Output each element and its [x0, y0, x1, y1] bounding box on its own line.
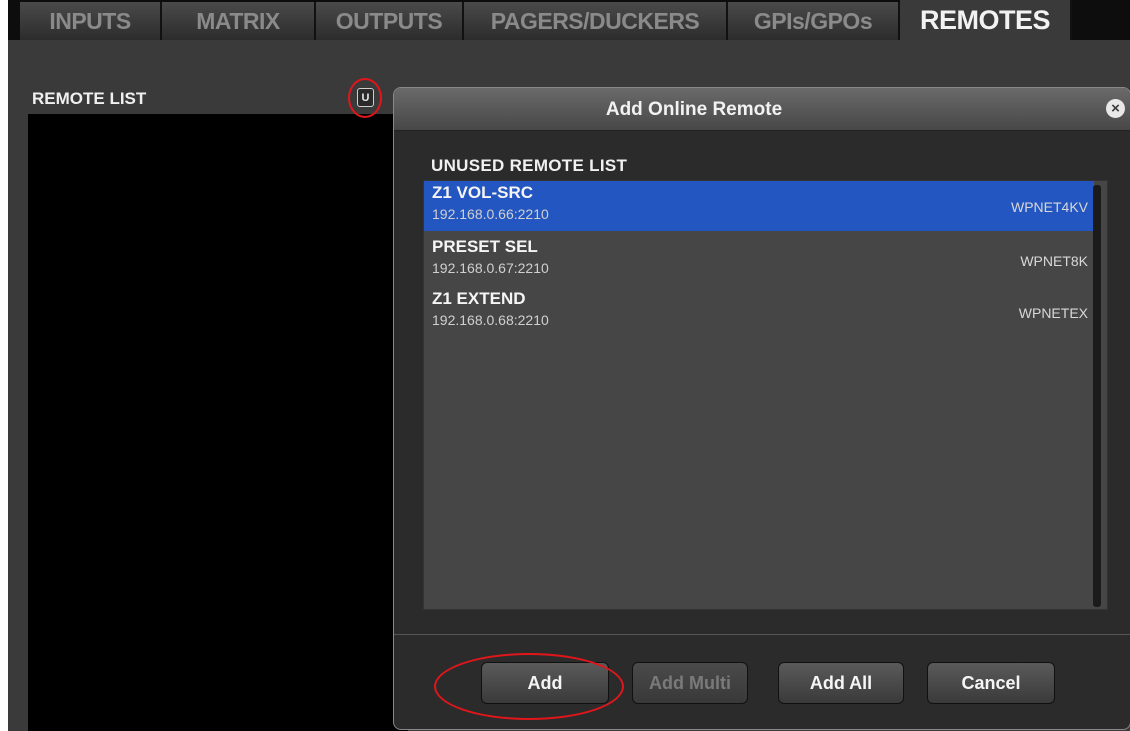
remote-name: Z1 EXTEND	[432, 289, 526, 308]
dialog-header: Add Online Remote ×	[394, 88, 1130, 131]
tab-inputs[interactable]: INPUTS	[20, 2, 162, 40]
tab-gpis-gpos[interactable]: GPIs/GPOs	[728, 2, 900, 40]
remote-address: 192.168.0.68:2210	[432, 312, 549, 328]
tab-matrix[interactable]: MATRIX	[162, 2, 316, 40]
remote-name: Z1 VOL-SRC	[432, 183, 534, 202]
list-item[interactable]: PRESET SEL 192.168.0.67:2210 WPNET8K	[424, 235, 1094, 285]
annotation-circle-u	[348, 78, 382, 118]
list-item[interactable]: Z1 VOL-SRC 192.168.0.66:2210 WPNET4KV	[424, 181, 1094, 231]
tab-pagers-duckers[interactable]: PAGERS/DUCKERS	[464, 2, 728, 40]
remote-address: 192.168.0.66:2210	[432, 206, 549, 222]
close-icon[interactable]: ×	[1106, 99, 1125, 118]
remote-model: WPNETEX	[1018, 305, 1088, 321]
cancel-button[interactable]: Cancel	[927, 662, 1055, 704]
remote-model: WPNET8K	[1020, 253, 1088, 269]
tab-outputs[interactable]: OUTPUTS	[316, 2, 464, 40]
dialog-footer-divider	[394, 634, 1130, 635]
remote-list-panel[interactable]	[28, 114, 408, 731]
unused-remote-list: Z1 VOL-SRC 192.168.0.66:2210 WPNET4KV PR…	[423, 180, 1108, 610]
remote-model: WPNET4KV	[1010, 199, 1088, 215]
remote-list-title: REMOTE LIST	[32, 89, 147, 108]
list-scrollbar[interactable]	[1093, 185, 1101, 607]
add-multi-button: Add Multi	[632, 662, 748, 704]
tab-remotes[interactable]: REMOTES	[900, 0, 1072, 40]
remote-address: 192.168.0.67:2210	[432, 260, 549, 276]
add-online-remote-dialog: Add Online Remote × UNUSED REMOTE LIST Z…	[393, 87, 1130, 730]
app-window: INPUTS MATRIX OUTPUTS PAGERS/DUCKERS GPI…	[8, 0, 1130, 731]
list-item[interactable]: Z1 EXTEND 192.168.0.68:2210 WPNETEX	[424, 287, 1094, 337]
unused-remote-list-title: UNUSED REMOTE LIST	[431, 156, 628, 175]
add-all-button[interactable]: Add All	[778, 662, 904, 704]
tab-bar: INPUTS MATRIX OUTPUTS PAGERS/DUCKERS GPI…	[8, 0, 1130, 40]
dialog-title: Add Online Remote	[605, 99, 783, 120]
annotation-circle-add	[434, 653, 624, 720]
remote-name: PRESET SEL	[432, 237, 538, 256]
